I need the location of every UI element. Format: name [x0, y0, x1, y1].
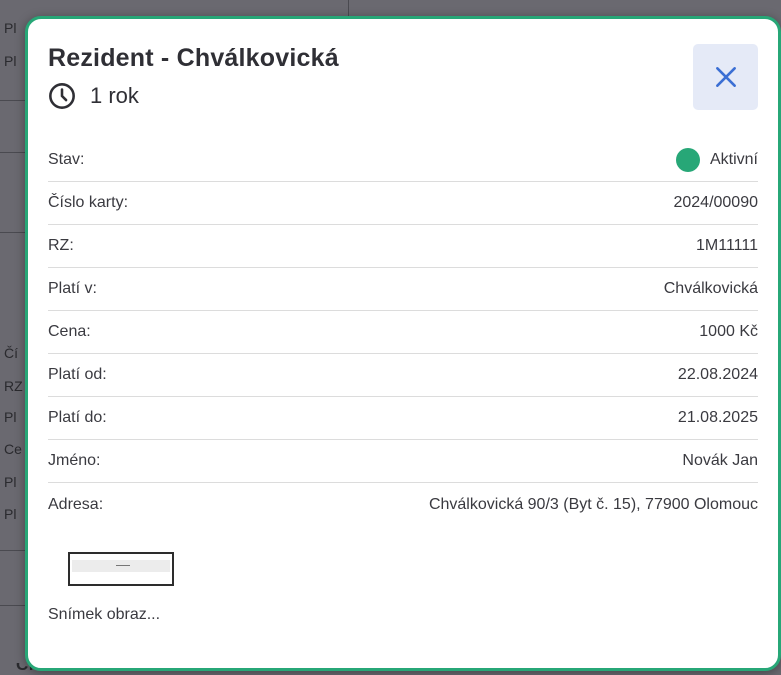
detail-row-name: Jméno: Novák Jan	[48, 440, 758, 483]
detail-value: 2024/00090	[673, 194, 758, 211]
detail-label: Číslo karty:	[48, 194, 129, 211]
background-text: Pl	[4, 409, 17, 425]
status-dot-icon	[675, 148, 700, 172]
status-value-wrap: Aktivní	[675, 148, 758, 172]
detail-value: Chválkovická	[663, 280, 758, 297]
background-text: RZ	[4, 378, 23, 394]
background-divider	[0, 232, 25, 233]
close-button[interactable]	[693, 44, 758, 110]
close-icon	[715, 67, 736, 87]
detail-row-status: Stav: Aktivní	[48, 139, 758, 182]
detail-row-price: Cena: 1000 Kč	[48, 311, 758, 354]
background-divider	[0, 605, 25, 606]
detail-value: 22.08.2024	[677, 366, 758, 383]
permit-detail-modal: Rezident - Chválkovická 1 rok Stav: Akti…	[25, 16, 781, 671]
detail-label: RZ:	[48, 237, 74, 254]
detail-value: 1000 Kč	[699, 323, 758, 340]
detail-row-card-number: Číslo karty: 2024/00090	[48, 182, 758, 225]
detail-row-plate: RZ: 1M11111	[48, 225, 758, 268]
background-text: Pl	[4, 474, 17, 490]
duration-text: 1 rok	[90, 83, 139, 108]
background-text: Pl	[4, 53, 17, 69]
detail-value: 1M11111	[696, 237, 758, 254]
attachment-thumbnail[interactable]	[68, 552, 174, 586]
detail-label: Jméno:	[48, 452, 101, 469]
detail-value: 21.08.2025	[677, 409, 758, 426]
detail-label: Adresa:	[48, 495, 104, 513]
clock-icon	[49, 83, 75, 109]
detail-row-valid-from: Platí od: 22.08.2024	[48, 354, 758, 397]
background-text: Čí	[4, 345, 18, 361]
background-divider	[0, 100, 25, 101]
detail-label: Platí do:	[48, 409, 107, 426]
detail-value: Chválkovická 90/3 (Byt č. 15), 77900 Olo…	[428, 495, 758, 513]
permit-details-list: Stav: Aktivní Číslo karty: 2024/00090 RZ…	[48, 139, 758, 526]
detail-label: Platí od:	[48, 366, 107, 383]
thumbnail-preview	[72, 560, 170, 572]
modal-title: Rezident - Chválkovická	[48, 44, 339, 72]
attachment-filename[interactable]: Snímek obraz...	[48, 606, 160, 624]
background-text: Pl	[4, 506, 17, 522]
background-text: Ce	[4, 441, 22, 457]
detail-row-valid-to: Platí do: 21.08.2025	[48, 397, 758, 440]
thumbnail-mark	[116, 565, 130, 566]
detail-label: Stav:	[48, 151, 85, 168]
modal-header: Rezident - Chválkovická 1 rok	[48, 44, 758, 124]
detail-value: Novák Jan	[682, 452, 758, 469]
background-text: Pl	[4, 20, 17, 36]
detail-row-valid-in: Platí v: Chválkovická	[48, 268, 758, 311]
detail-label: Cena:	[48, 323, 91, 340]
permit-duration: 1 rok	[48, 82, 139, 110]
detail-row-address: Adresa: Chválkovická 90/3 (Byt č. 15), 7…	[48, 483, 758, 526]
detail-label: Platí v:	[48, 280, 97, 297]
status-value: Aktivní	[709, 151, 758, 168]
background-divider	[0, 550, 25, 551]
background-divider	[0, 152, 25, 153]
